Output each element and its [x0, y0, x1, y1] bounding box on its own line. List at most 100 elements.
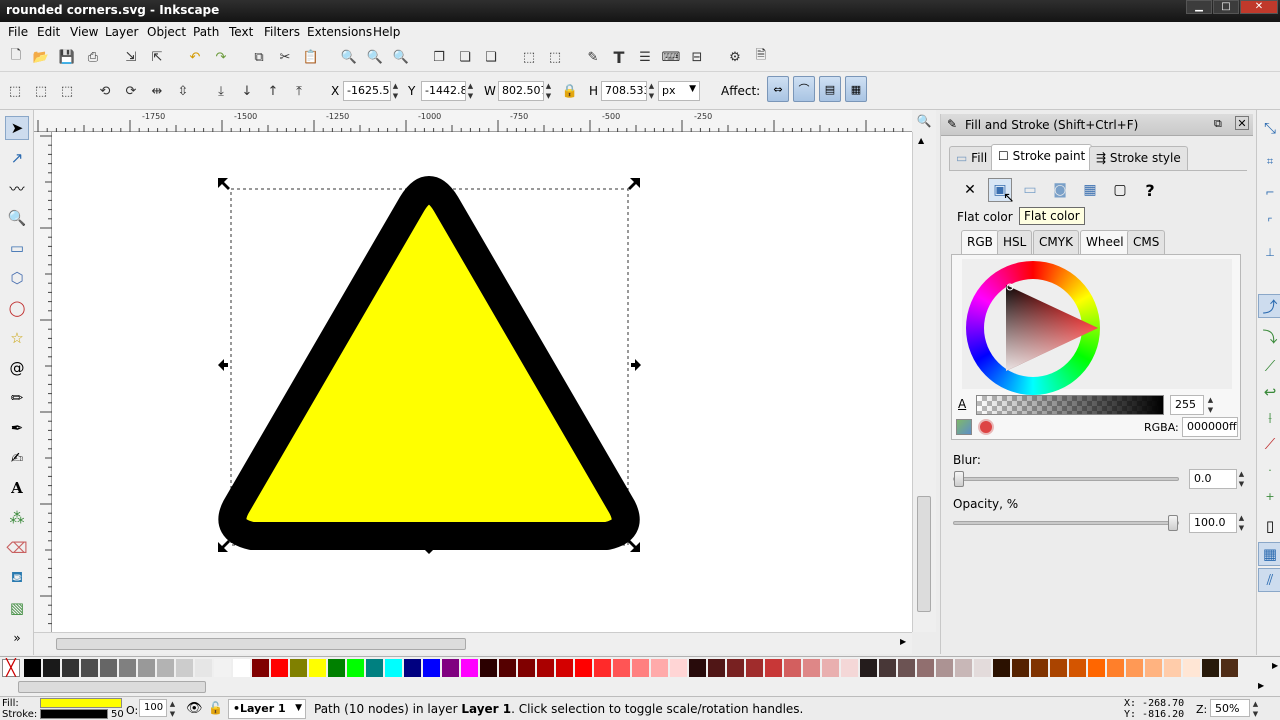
affect-stroke-width-button[interactable]: ⇔ — [767, 76, 789, 102]
palette-swatch[interactable] — [974, 659, 991, 677]
snap-bbox-edge-icon[interactable]: ⌐ — [1258, 180, 1280, 204]
palette-swatch[interactable] — [632, 659, 649, 677]
color-wheel[interactable] — [966, 261, 1100, 395]
radial-gradient-icon[interactable]: ◙ — [1048, 178, 1072, 202]
palette-swatch[interactable] — [860, 659, 877, 677]
palette-scroll-right-icon[interactable]: ▶ — [1258, 681, 1264, 690]
close-window-button[interactable]: ✕ — [1240, 0, 1278, 14]
menu-edit[interactable]: Edit — [37, 25, 60, 39]
menu-layer[interactable]: Layer — [105, 25, 138, 39]
snap-nodes-icon[interactable]: ⤴ — [1258, 294, 1280, 318]
gradient-tool-icon[interactable]: ▧ — [5, 596, 29, 620]
raise-to-top-icon[interactable]: ⤒ — [289, 81, 309, 101]
pencil-tool-icon[interactable]: ✏ — [5, 386, 29, 410]
y-spin-arrows[interactable]: ▲ ▼ — [466, 81, 475, 101]
import-icon[interactable]: ⇲ — [121, 47, 141, 67]
palette-swatch[interactable] — [1050, 659, 1067, 677]
palette-swatch[interactable] — [290, 659, 307, 677]
palette-swatch[interactable] — [1031, 659, 1048, 677]
opacity-status-input[interactable]: 100 — [139, 699, 167, 717]
xml-editor-icon[interactable]: ⌨ — [661, 47, 681, 67]
palette-swatch[interactable] — [195, 659, 212, 677]
menu-file[interactable]: File — [8, 25, 28, 39]
text-font-icon[interactable]: T — [609, 47, 629, 67]
vertical-scrollbar[interactable]: ▲ — [912, 132, 936, 632]
ellipse-tool-icon[interactable]: ◯ — [5, 296, 29, 320]
palette-swatch[interactable] — [366, 659, 383, 677]
maximize-button[interactable]: □ — [1213, 0, 1239, 14]
spray-tool-icon[interactable]: ⁂ — [5, 506, 29, 530]
cut-icon[interactable]: ✂ — [275, 47, 295, 67]
affect-gradients-button[interactable]: ▤ — [819, 76, 841, 102]
palette-swatch[interactable] — [993, 659, 1010, 677]
zoom-tool-icon[interactable]: 🔍 — [5, 206, 29, 230]
zoom-arrows[interactable]: ▲ ▼ — [1251, 699, 1260, 718]
layers-icon[interactable]: ☰ — [635, 47, 655, 67]
flip-horizontal-icon[interactable]: ⇹ — [147, 81, 167, 101]
palette-swatch[interactable] — [404, 659, 421, 677]
palette-scrollbar[interactable]: ▶ — [0, 678, 1280, 696]
palette-swatch[interactable] — [176, 659, 193, 677]
h-input[interactable]: 708.533 — [601, 81, 647, 101]
palette-swatch[interactable] — [119, 659, 136, 677]
snap-bbox-icon[interactable]: ⌗ — [1258, 150, 1280, 174]
palette-swatch[interactable] — [708, 659, 725, 677]
stroke-indicator-swatch[interactable] — [40, 709, 108, 719]
export-icon[interactable]: ⇱ — [147, 47, 167, 67]
raise-icon[interactable]: ↑ — [263, 81, 283, 101]
snap-smooth-nodes-icon[interactable]: ⟊ — [1258, 406, 1280, 430]
alpha-spin-arrows[interactable]: ▲ ▼ — [1206, 395, 1215, 415]
preferences-icon[interactable]: ⚙ — [725, 47, 745, 67]
palette-swatch[interactable] — [328, 659, 345, 677]
palette-swatch[interactable] — [651, 659, 668, 677]
opacity-slider-thumb[interactable] — [1168, 515, 1178, 531]
palette-swatch[interactable] — [461, 659, 478, 677]
scroll-right-icon[interactable]: ▶ — [900, 637, 906, 646]
pen-tool-icon[interactable]: ✒ — [5, 416, 29, 440]
palette-swatch[interactable] — [841, 659, 858, 677]
text-tool-icon[interactable]: A — [5, 476, 29, 500]
tweak-tool-icon[interactable]: 〰 — [5, 176, 29, 200]
palette-swatch[interactable] — [689, 659, 706, 677]
zoom-page-icon[interactable]: 🔍 — [391, 47, 411, 67]
select-all-icon[interactable]: ⬚ — [5, 81, 25, 101]
eraser-tool-icon[interactable]: ⌫ — [5, 536, 29, 560]
rectangle-tool-icon[interactable]: ▭ — [5, 236, 29, 260]
rotate-cw-icon[interactable]: ⟳ — [121, 81, 141, 101]
3d-box-tool-icon[interactable]: ⬡ — [5, 266, 29, 290]
palette-swatch[interactable] — [1088, 659, 1105, 677]
tab-cms[interactable]: CMS — [1127, 230, 1166, 254]
paint-bucket-tool-icon[interactable]: ⛾ — [5, 566, 29, 590]
horizontal-scrollbar[interactable]: ▶ — [34, 632, 912, 654]
deselect-icon[interactable]: ⬚ — [57, 81, 77, 101]
snap-intersections-icon[interactable]: ⟋ — [1258, 354, 1280, 378]
x-input[interactable]: -1625.5 — [343, 81, 391, 101]
menu-path[interactable]: Path — [193, 25, 219, 39]
palette-swatch[interactable] — [1069, 659, 1086, 677]
menu-filters[interactable]: Filters — [264, 25, 300, 39]
align-distribute-icon[interactable]: ⊟ — [687, 47, 707, 67]
tab-wheel[interactable]: Wheel — [1080, 230, 1130, 254]
palette-swatch[interactable] — [575, 659, 592, 677]
palette-swatch[interactable] — [24, 659, 41, 677]
linear-gradient-icon[interactable]: ▭ — [1018, 178, 1042, 202]
palette-swatch[interactable] — [613, 659, 630, 677]
copy-icon[interactable]: ⧉ — [249, 47, 269, 67]
snap-paths-icon[interactable]: ⤵ — [1258, 324, 1280, 348]
minimize-button[interactable]: ▁ — [1186, 0, 1212, 14]
palette-swatch[interactable] — [81, 659, 98, 677]
palette-scroll-icon[interactable]: ▶ — [1272, 661, 1278, 670]
palette-swatch[interactable] — [765, 659, 782, 677]
palette-swatch[interactable] — [537, 659, 554, 677]
menu-view[interactable]: View — [70, 25, 98, 39]
group-icon[interactable]: ⬚ — [519, 47, 539, 67]
snap-cusp-nodes-icon[interactable]: ↩ — [1258, 380, 1280, 404]
unlink-clone-icon[interactable]: ❑ — [481, 47, 501, 67]
palette-swatch[interactable] — [138, 659, 155, 677]
scroll-up-icon[interactable]: ▲ — [918, 136, 924, 145]
w-spin-arrows[interactable]: ▲ ▼ — [544, 81, 553, 101]
palette-swatch[interactable] — [1202, 659, 1219, 677]
palette-swatch[interactable] — [385, 659, 402, 677]
snap-page-border-icon[interactable]: ▯ — [1258, 514, 1280, 538]
opacity-input[interactable]: 100.0 — [1189, 513, 1237, 533]
